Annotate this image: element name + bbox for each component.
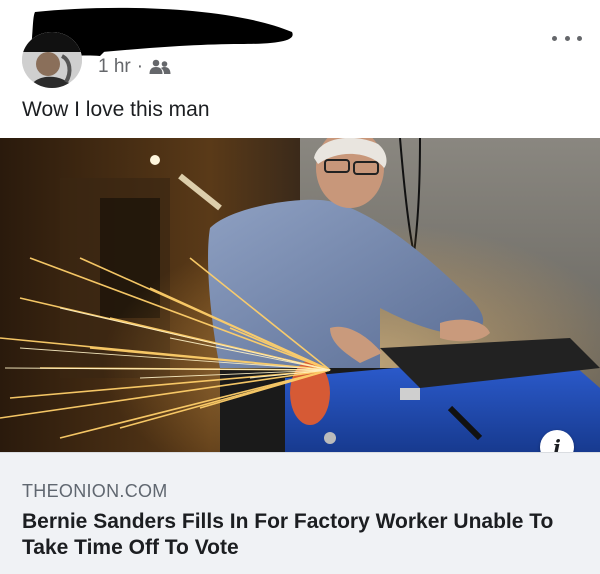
friends-icon[interactable]	[149, 59, 171, 75]
post-meta: 1 hr ·	[98, 56, 171, 78]
avatar[interactable]	[22, 32, 82, 88]
name-redaction	[30, 7, 293, 58]
post-text: Wow I love this man	[22, 98, 210, 121]
meta-separator: ·	[136, 56, 144, 77]
link-domain: THEONION.COM	[22, 481, 168, 501]
link-preview[interactable]: THEONION.COM Bernie Sanders Fills In For…	[0, 452, 600, 574]
link-headline[interactable]: Bernie Sanders Fills In For Factory Work…	[22, 509, 582, 561]
more-options-icon[interactable]	[552, 28, 582, 48]
post-photo[interactable]: i	[0, 138, 600, 452]
post-header: 1 hr ·	[0, 0, 600, 95]
timestamp-link[interactable]: 1 hr	[98, 56, 131, 78]
